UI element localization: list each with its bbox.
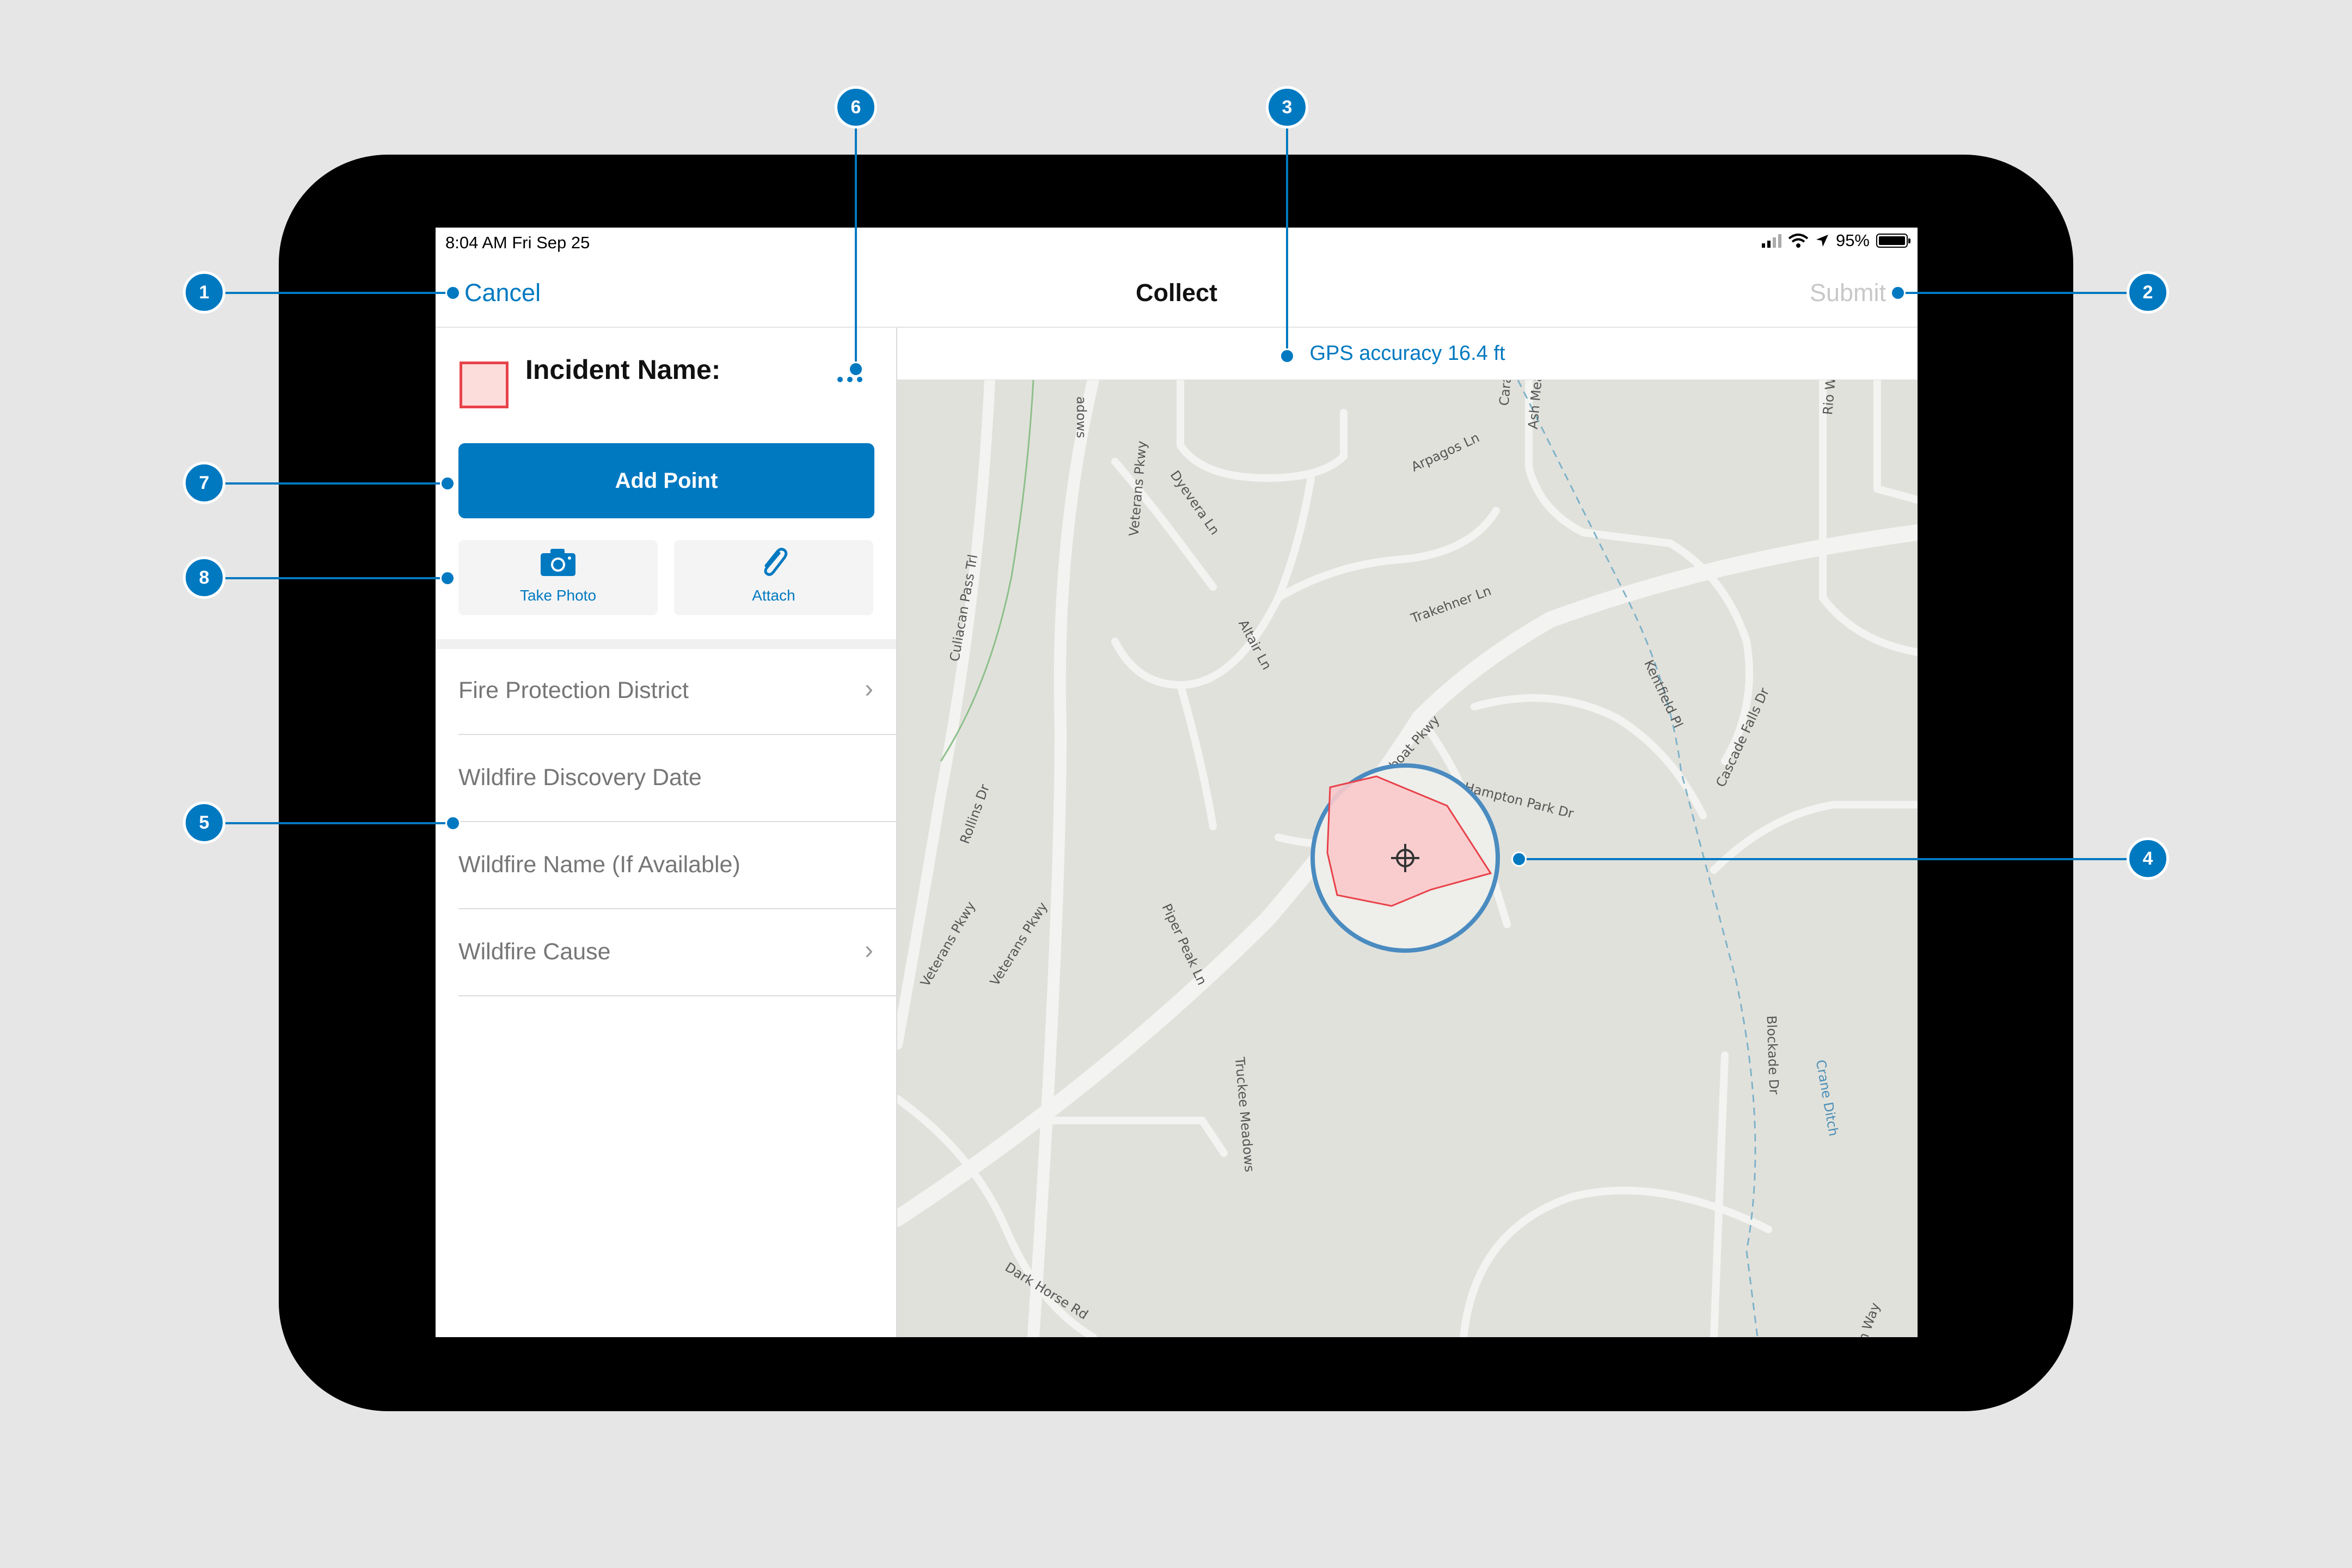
take-photo-label: Take Photo bbox=[519, 587, 597, 604]
more-options-icon[interactable] bbox=[837, 377, 862, 382]
take-photo-button[interactable]: Take Photo bbox=[458, 540, 658, 615]
camera-icon bbox=[541, 549, 575, 576]
field-wildfire-cause[interactable]: Wildfire Cause › bbox=[458, 910, 896, 996]
callout-dot bbox=[440, 476, 455, 491]
location-arrow-icon bbox=[1816, 235, 1828, 247]
gps-accuracy-text: GPS accuracy 16.4 ft bbox=[1309, 342, 1505, 365]
callout-badge-6: 6 bbox=[835, 86, 877, 128]
street-label: Blockade Dr bbox=[1763, 1015, 1781, 1095]
field-fire-protection-district[interactable]: Fire Protection District › bbox=[458, 649, 896, 735]
attach-button[interactable]: Attach bbox=[674, 540, 873, 615]
cellular-signal-icon bbox=[1761, 234, 1781, 248]
callout-line bbox=[224, 822, 453, 824]
app-screen: 8:04 AM Fri Sep 25 95% Cancel Collect Su… bbox=[436, 228, 1918, 1337]
callout-line bbox=[1286, 128, 1288, 357]
section-divider bbox=[436, 639, 896, 649]
attach-label: Attach bbox=[752, 587, 795, 604]
callout-line bbox=[855, 128, 857, 368]
callout-line bbox=[224, 482, 449, 485]
callout-badge-2: 2 bbox=[2127, 271, 2169, 314]
callout-dot bbox=[848, 362, 863, 377]
street-label: Cara bbox=[1497, 380, 1515, 406]
callout-dot bbox=[1890, 285, 1906, 301]
field-label: Wildfire Discovery Date bbox=[458, 764, 702, 791]
battery-icon bbox=[1876, 234, 1910, 248]
status-bar: 8:04 AM Fri Sep 25 95% bbox=[436, 228, 1918, 260]
status-time: 8:04 AM Fri Sep 25 bbox=[445, 233, 590, 252]
field-label: Wildfire Cause bbox=[458, 939, 611, 965]
field-wildfire-name[interactable]: Wildfire Name (If Available) bbox=[458, 823, 896, 909]
callout-badge-3: 3 bbox=[1266, 86, 1308, 128]
field-wildfire-discovery-date[interactable]: Wildfire Discovery Date bbox=[458, 736, 896, 822]
page-title: Collect bbox=[1135, 279, 1218, 307]
field-label: Fire Protection District bbox=[458, 677, 689, 703]
callout-dot bbox=[445, 285, 461, 301]
callout-dot bbox=[445, 816, 461, 831]
callout-line bbox=[1519, 858, 2128, 860]
callout-badge-1: 1 bbox=[183, 271, 225, 314]
callout-dot bbox=[1279, 348, 1295, 364]
callout-line bbox=[1899, 292, 2128, 294]
incident-name-title: Incident Name: bbox=[525, 354, 721, 385]
callout-line bbox=[224, 292, 453, 294]
callout-line bbox=[224, 577, 449, 579]
callout-badge-4: 4 bbox=[2127, 837, 2169, 880]
battery-percent: 95% bbox=[1835, 231, 1870, 250]
callout-dot bbox=[1511, 852, 1527, 867]
paperclip-icon bbox=[764, 548, 788, 576]
gps-accuracy-bar: GPS accuracy 16.4 ft bbox=[897, 328, 1918, 380]
field-label: Wildfire Name (If Available) bbox=[458, 852, 740, 878]
polygon-symbol-swatch bbox=[460, 362, 509, 408]
add-point-button[interactable]: Add Point bbox=[458, 443, 874, 518]
street-label: adows bbox=[1074, 396, 1089, 438]
chevron-right-icon: › bbox=[865, 675, 873, 703]
callout-badge-8: 8 bbox=[183, 556, 225, 599]
callout-badge-5: 5 bbox=[183, 801, 225, 844]
form-panel: Incident Name: Add Point Take Photo Atta… bbox=[436, 328, 897, 1337]
submit-button[interactable]: Submit bbox=[1810, 279, 1886, 307]
chevron-right-icon: › bbox=[865, 936, 873, 965]
navigation-bar: Cancel Collect Submit bbox=[436, 260, 1918, 328]
wifi-icon bbox=[1788, 234, 1809, 248]
callout-dot bbox=[440, 571, 455, 586]
callout-badge-7: 7 bbox=[183, 462, 225, 504]
